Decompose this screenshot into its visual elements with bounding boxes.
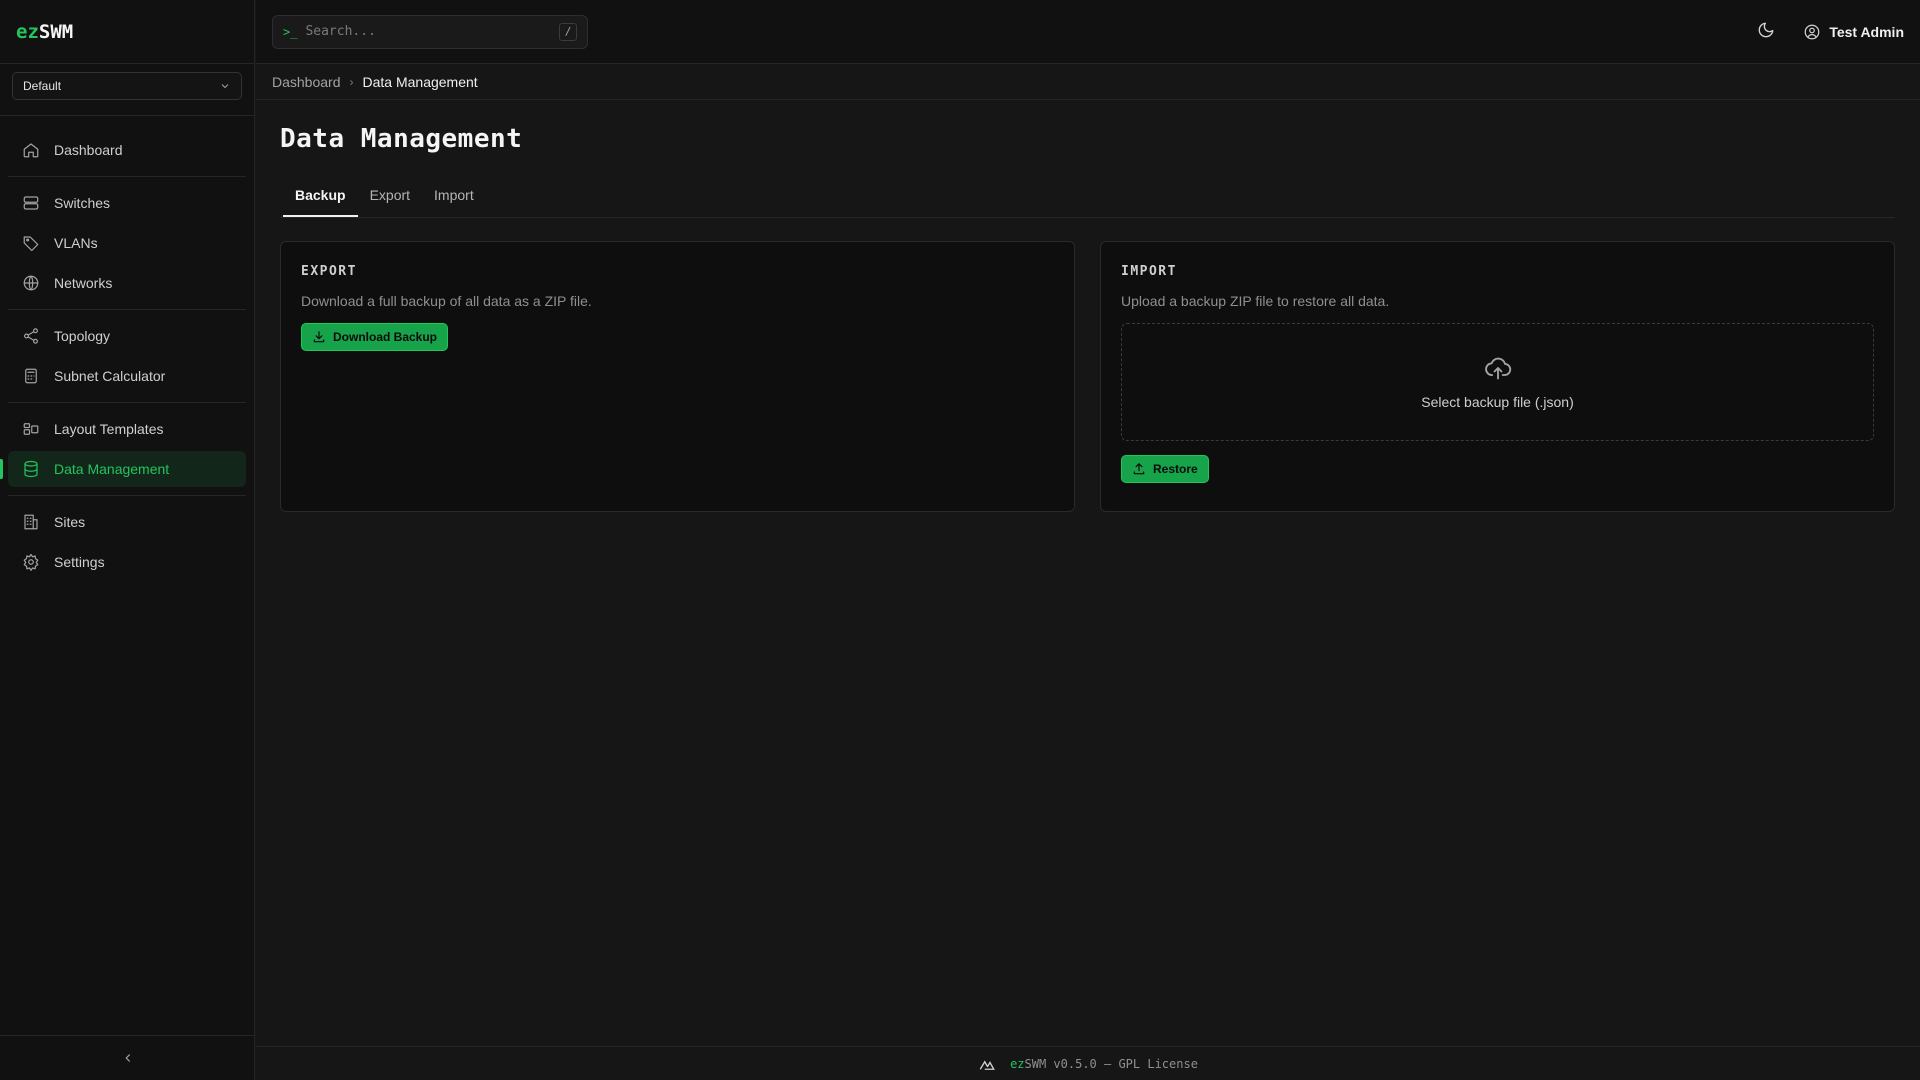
breadcrumb: Dashboard › Data Management	[256, 64, 1920, 100]
gear-icon	[23, 553, 39, 571]
sidebar-item-label: Topology	[54, 328, 111, 344]
sidebar-item-subnet-calculator[interactable]: Subnet Calculator	[8, 358, 246, 394]
user-menu[interactable]: Test Admin	[1803, 23, 1904, 41]
logo-prefix: ez	[16, 20, 39, 43]
tab-backup[interactable]: Backup	[283, 180, 358, 217]
sidebar-item-label: Sites	[54, 514, 86, 530]
tab-export[interactable]: Export	[358, 180, 422, 217]
footer: ez SWM v0.5.0 — GPL License	[256, 1046, 1920, 1080]
export-card-description: Download a full backup of all data as a …	[301, 293, 592, 309]
chevron-right-icon: ›	[349, 74, 354, 89]
terminal-prompt-icon: >_	[283, 24, 298, 39]
logo-suffix: SWM	[38, 20, 74, 43]
sidebar-item-switches[interactable]: Switches	[8, 185, 246, 221]
import-card: IMPORT Upload a backup ZIP file to resto…	[1100, 241, 1895, 512]
sidebar-item-data-management[interactable]: Data Management	[0, 451, 246, 487]
search-shortcut-key: /	[559, 22, 577, 41]
tag-icon	[23, 236, 39, 252]
user-circle-icon	[1804, 24, 1820, 39]
sidebar-item-vlans[interactable]: VLANs	[8, 225, 246, 261]
app-logo[interactable]: ez SWM	[0, 0, 254, 64]
sidebar-item-sites[interactable]: Sites	[8, 504, 246, 540]
share-icon	[24, 328, 38, 344]
sidebar-item-label: Subnet Calculator	[54, 368, 166, 384]
sidebar-item-label: VLANs	[54, 235, 98, 251]
chevron-left-icon	[124, 1054, 130, 1062]
breadcrumb-dashboard-link[interactable]: Dashboard	[272, 74, 341, 90]
sidebar-nav: Dashboard Switches VLANs Networks Topolo…	[0, 116, 254, 588]
export-card: EXPORT Download a full backup of all dat…	[280, 241, 1075, 512]
sidebar-item-label: Data Management	[54, 461, 170, 477]
upload-icon	[1133, 463, 1145, 475]
moon-icon	[1758, 22, 1774, 37]
user-name: Test Admin	[1829, 23, 1904, 40]
main-content: Data Management Backup Export Import EXP…	[280, 100, 1895, 512]
sidebar-item-label: Settings	[54, 554, 105, 570]
building-icon	[24, 514, 38, 530]
sidebar-item-label: Dashboard	[54, 142, 123, 158]
cloud-upload-icon	[1484, 357, 1511, 380]
sidebar-item-label: Switches	[54, 195, 111, 211]
server-icon	[23, 196, 39, 210]
layout-icon	[23, 423, 39, 435]
sidebar-item-topology[interactable]: Topology	[8, 318, 246, 354]
home-icon	[23, 143, 39, 158]
dropzone-label: Select backup file (.json)	[1421, 394, 1574, 410]
sidebar: ezSWM Default Dashboard Switches VLANs	[0, 0, 255, 1080]
footer-brand-prefix: ez	[1010, 1056, 1025, 1071]
sidebar-item-label: Networks	[54, 275, 113, 291]
page-title: Data Management	[280, 124, 523, 154]
search-placeholder: Search...	[305, 24, 376, 39]
sidebar-item-label: Layout Templates	[54, 421, 164, 437]
backup-file-dropzone[interactable]: Select backup file (.json)	[1121, 323, 1874, 441]
sidebar-item-dashboard[interactable]: Dashboard	[8, 132, 246, 168]
search-input[interactable]: >_ Search... /	[272, 14, 588, 49]
globe-icon	[23, 275, 39, 291]
sidebar-item-layout-templates[interactable]: Layout Templates	[8, 411, 246, 447]
database-icon	[24, 460, 38, 478]
import-card-description: Upload a backup ZIP file to restore all …	[1121, 293, 1390, 309]
chevron-down-icon	[221, 84, 229, 89]
sidebar-item-networks[interactable]: Networks	[8, 265, 246, 301]
restore-button[interactable]: Restore	[1121, 455, 1209, 483]
nuxt-logo-icon	[979, 1059, 995, 1070]
footer-text: SWM v0.5.0 — GPL License	[1024, 1056, 1198, 1071]
site-selector-value: Default	[23, 79, 62, 93]
calculator-icon	[25, 368, 37, 384]
restore-label: Restore	[1153, 462, 1198, 476]
export-card-title: EXPORT	[301, 264, 357, 279]
breadcrumb-current: Data Management	[362, 73, 478, 90]
sidebar-item-settings[interactable]: Settings	[8, 544, 246, 580]
theme-toggle-button[interactable]	[1757, 21, 1775, 43]
download-backup-button[interactable]: Download Backup	[301, 323, 449, 351]
download-icon	[313, 331, 325, 343]
site-selector[interactable]: Default	[12, 72, 242, 100]
tab-bar: Backup Export Import	[280, 180, 1895, 218]
tab-import[interactable]: Import	[422, 180, 486, 217]
top-header: >_ Search... / Test Admin	[256, 0, 1920, 64]
collapse-sidebar-button[interactable]	[0, 1035, 255, 1080]
download-backup-label: Download Backup	[333, 330, 438, 344]
import-card-title: IMPORT	[1121, 264, 1177, 279]
